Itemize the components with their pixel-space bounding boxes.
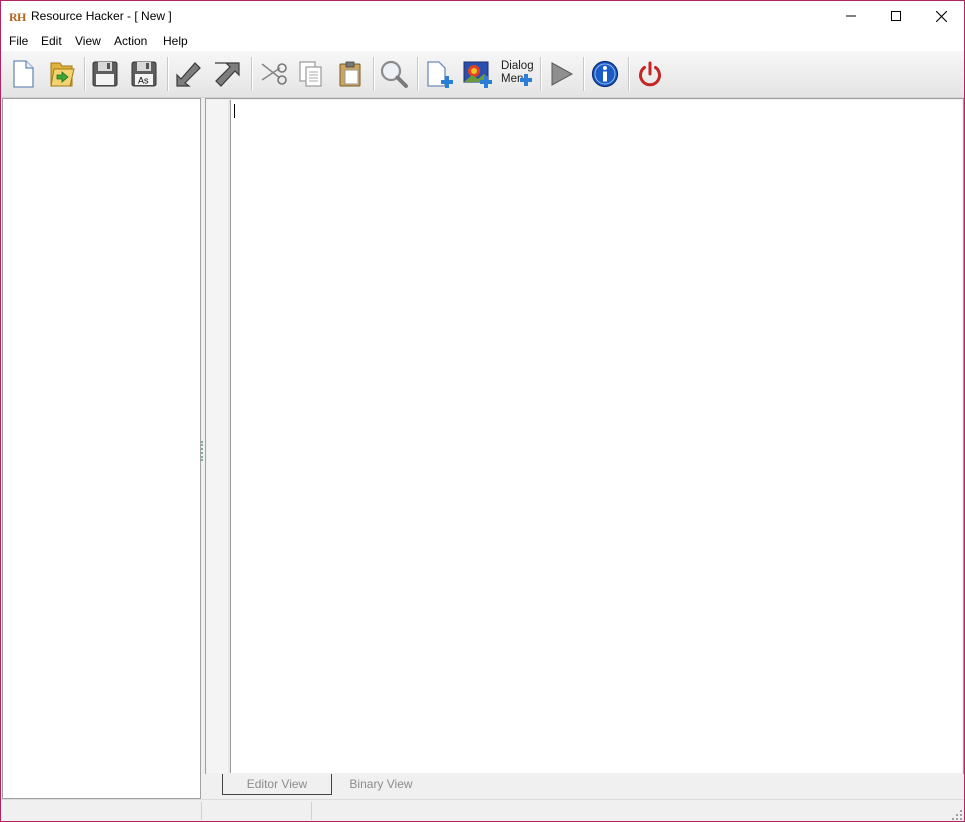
open-folder-icon (50, 62, 75, 87)
toolbar-separator (167, 57, 169, 91)
arrow-forward-icon (215, 62, 240, 87)
menu-file[interactable]: File (9, 34, 28, 48)
add-blank-resource-icon (427, 61, 453, 88)
toolbar: As Dialog Men (1, 51, 964, 98)
floppy-disk-icon (92, 61, 118, 87)
toolbar-separator (583, 57, 585, 91)
compile-script-button[interactable] (544, 57, 578, 91)
resize-grip-icon[interactable] (952, 810, 962, 820)
minimize-button[interactable] (828, 1, 874, 31)
arrow-back-icon (176, 62, 201, 87)
close-icon (935, 10, 947, 22)
add-image-resource-button[interactable] (461, 57, 495, 91)
svg-text:H: H (17, 10, 26, 24)
paste-button[interactable] (333, 57, 367, 91)
toolbar-separator (251, 57, 253, 91)
maximize-icon (891, 11, 901, 21)
exit-button[interactable] (633, 57, 667, 91)
window-title: Resource Hacker - [ New ] (31, 9, 172, 23)
status-panel-1 (1, 802, 202, 820)
close-button[interactable] (918, 1, 964, 31)
script-editor[interactable] (231, 100, 962, 773)
dialog-merge-icon: Dialog Men (499, 57, 537, 91)
plus-icon (520, 74, 532, 86)
open-file-button[interactable] (45, 57, 79, 91)
toolbar-separator (417, 57, 419, 91)
title-bar[interactable]: R H Resource Hacker - [ New ] (1, 1, 964, 31)
add-image-icon (463, 61, 492, 88)
text-caret (234, 104, 235, 118)
copy-icon (299, 61, 322, 87)
magnifier-icon (380, 60, 408, 88)
play-icon (551, 62, 574, 86)
menu-help[interactable]: Help (163, 34, 188, 48)
resource-tree-pane[interactable] (2, 98, 201, 799)
app-window: R H Resource Hacker - [ New ] File Edit … (0, 0, 965, 822)
status-panel-2 (202, 802, 312, 820)
new-document-icon (13, 60, 34, 88)
scissors-icon (261, 63, 287, 85)
about-button[interactable] (588, 57, 622, 91)
menu-edit[interactable]: Edit (41, 34, 62, 48)
save-as-button[interactable]: As (127, 57, 161, 91)
power-icon (639, 61, 661, 87)
dialog-menu-button[interactable]: Dialog Men (499, 57, 537, 91)
view-tabs: Editor View Binary View (205, 774, 964, 799)
add-resource-button[interactable] (422, 57, 456, 91)
tab-binary-view-label: Binary View (349, 777, 413, 791)
copy-button[interactable] (294, 57, 328, 91)
line-number-gutter (207, 100, 229, 773)
toolbar-separator (373, 57, 375, 91)
cut-button[interactable] (256, 57, 290, 91)
menu-bar: File Edit View Action Help (1, 31, 964, 51)
toolbar-separator (628, 57, 630, 91)
editor-pane (205, 98, 964, 775)
save-button[interactable] (88, 57, 122, 91)
forward-button[interactable] (210, 57, 244, 91)
toolbar-separator (84, 57, 86, 91)
dialog-label: Dialog (501, 60, 534, 72)
menu-action[interactable]: Action (114, 34, 147, 48)
floppy-disk-as-icon: As (131, 61, 157, 87)
toolbar-separator (540, 57, 542, 91)
find-button[interactable] (377, 57, 411, 91)
tab-editor-view-label: Editor View (246, 777, 308, 791)
maximize-button[interactable] (873, 1, 919, 31)
svg-text:As: As (138, 76, 149, 86)
new-file-button[interactable] (6, 57, 40, 91)
back-button[interactable] (171, 57, 205, 91)
minimize-icon (846, 15, 856, 17)
tab-binary-view[interactable]: Binary View (333, 774, 429, 794)
menu-view[interactable]: View (75, 34, 101, 48)
resource-hacker-logo-icon: R H (9, 8, 26, 24)
info-icon (591, 60, 619, 88)
paste-icon (339, 61, 361, 87)
status-bar (1, 799, 964, 821)
tab-editor-view[interactable]: Editor View (222, 774, 332, 795)
